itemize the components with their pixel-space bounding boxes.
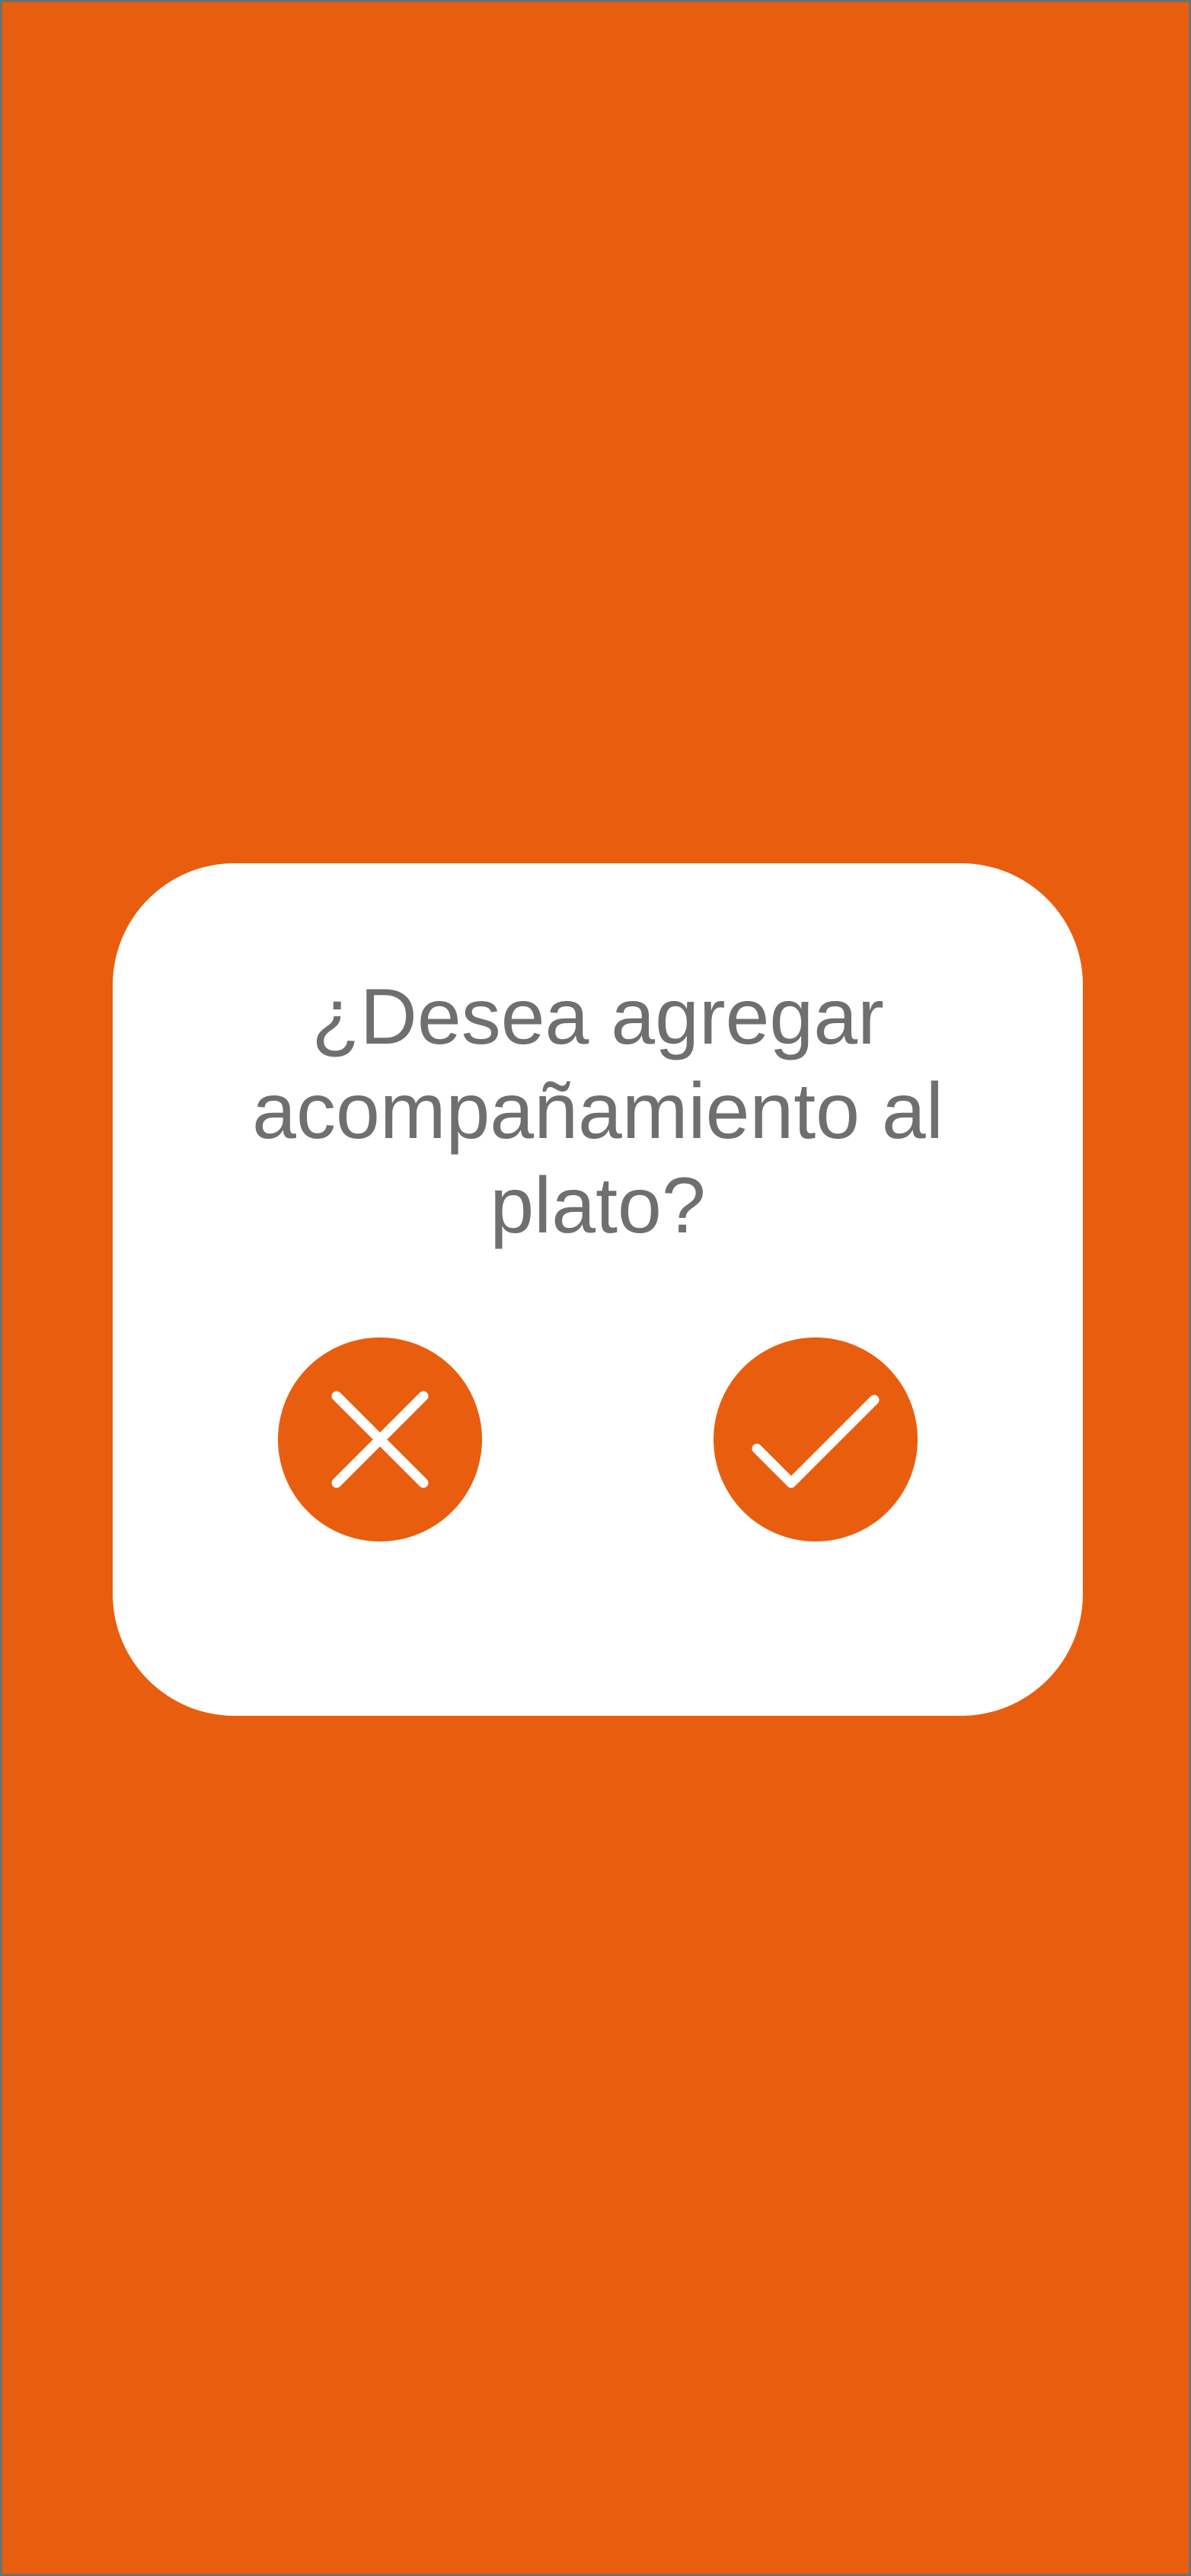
- confirm-button[interactable]: [714, 1337, 918, 1541]
- add-side-dialog: ¿Desea agregar acompañamiento al plato?: [113, 863, 1083, 1716]
- check-icon: [752, 1395, 880, 1488]
- app-screen: ¿Desea agregar acompañamiento al plato?: [0, 0, 1191, 2576]
- dialog-message: ¿Desea agregar acompañamiento al plato?: [252, 973, 944, 1250]
- close-icon: [331, 1391, 429, 1488]
- cancel-button[interactable]: [278, 1337, 482, 1541]
